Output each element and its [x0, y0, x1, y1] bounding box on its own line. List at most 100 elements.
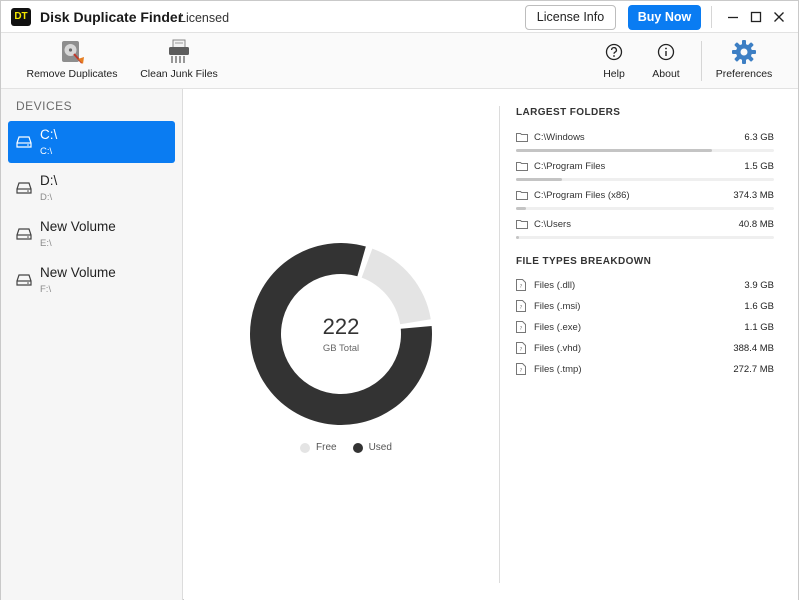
clean-junk-files-button[interactable]: Clean Junk Files	[140, 33, 218, 89]
device-path: D:\	[40, 192, 53, 203]
folder-size-bar-fill	[516, 178, 563, 181]
maximize-icon	[750, 11, 762, 23]
close-button[interactable]	[769, 7, 789, 27]
disk-usage-donut: 222 GB Total	[250, 243, 432, 425]
maximize-button[interactable]	[746, 7, 766, 27]
device-item-e[interactable]: New Volume E:\	[8, 213, 175, 255]
folder-row[interactable]: C:\Program Files (x86) 374.3 MB	[516, 187, 774, 216]
legend-used-label: Used	[368, 442, 392, 453]
file-icon: ?	[516, 363, 526, 375]
svg-text:?: ?	[520, 347, 523, 353]
folder-row[interactable]: C:\Users 40.8 MB	[516, 216, 774, 245]
devices-sidebar: DEVICES C:\ C:\ D:\ D:\ New Volume E:\ N…	[1, 89, 183, 600]
device-name: New Volume	[40, 265, 116, 280]
folder-path: C:\Users	[534, 219, 571, 230]
license-info-button[interactable]: License Info	[525, 5, 616, 30]
gear-icon	[731, 39, 757, 65]
svg-text:?: ?	[520, 284, 523, 290]
file-type-size: 1.1 GB	[744, 322, 774, 333]
legend-free-swatch	[300, 442, 310, 453]
largest-folders-heading: LARGEST FOLDERS	[516, 107, 621, 118]
folder-path: C:\Program Files	[534, 161, 606, 172]
folder-size: 6.3 GB	[744, 132, 774, 143]
folder-size-bar-fill	[516, 236, 519, 239]
device-item-d[interactable]: D:\ D:\	[8, 167, 175, 209]
title-bar: DT Disk Duplicate Finder Licensed Licens…	[1, 1, 798, 33]
file-icon: ?	[516, 300, 526, 312]
legend-used-swatch	[352, 442, 363, 453]
toolbar: Remove Duplicates Clean Junk Files Help …	[1, 33, 798, 89]
file-icon: ?	[516, 279, 526, 291]
folder-icon	[516, 133, 528, 142]
folder-icon	[516, 220, 528, 229]
file-type-row[interactable]: ? Files (.exe) 1.1 GB	[516, 320, 774, 338]
svg-text:?: ?	[520, 368, 523, 374]
folder-size-bar-fill	[516, 149, 713, 152]
folder-size: 1.5 GB	[744, 161, 774, 172]
remove-duplicates-button[interactable]: Remove Duplicates	[26, 33, 118, 89]
device-item-c[interactable]: C:\ C:\	[8, 121, 175, 163]
app-window: DT Disk Duplicate Finder Licensed Licens…	[0, 0, 799, 600]
device-path: F:\	[40, 284, 52, 295]
file-type-row[interactable]: ? Files (.tmp) 272.7 MB	[516, 362, 774, 380]
minimize-button[interactable]	[723, 7, 743, 27]
disk-broom-icon	[59, 39, 85, 65]
folder-size-bar	[516, 207, 774, 210]
help-icon	[601, 39, 627, 65]
main-panel: 222 GB Total Free Used LARGEST FOLDERS C…	[184, 89, 798, 600]
help-label: Help	[603, 68, 625, 80]
close-icon	[774, 12, 784, 22]
file-type-label: Files (.dll)	[534, 280, 576, 291]
file-icon: ?	[516, 342, 526, 354]
drive-icon	[16, 182, 32, 194]
device-name: New Volume	[40, 219, 116, 234]
folder-size-bar	[516, 236, 774, 239]
toolbar-divider	[701, 41, 702, 81]
about-button[interactable]: About	[648, 33, 684, 89]
shredder-icon	[166, 39, 192, 65]
folder-icon	[516, 162, 528, 171]
app-title: Disk Duplicate Finder	[40, 9, 184, 25]
folder-size: 40.8 MB	[738, 219, 774, 230]
file-type-row[interactable]: ? Files (.vhd) 388.4 MB	[516, 341, 774, 359]
file-type-label: Files (.exe)	[534, 322, 581, 333]
drive-icon	[16, 274, 32, 286]
total-capacity: 222	[322, 314, 360, 339]
legend-free: Free	[300, 442, 337, 453]
info-icon	[653, 39, 679, 65]
legend-used: Used	[352, 442, 392, 453]
file-type-row[interactable]: ? Files (.dll) 3.9 GB	[516, 278, 774, 296]
folder-size: 374.3 MB	[733, 190, 774, 201]
panel-divider	[499, 106, 500, 583]
drive-icon	[16, 136, 32, 148]
folder-row[interactable]: C:\Windows 6.3 GB	[516, 129, 774, 158]
file-type-label: Files (.msi)	[534, 301, 581, 312]
clean-junk-files-label: Clean Junk Files	[140, 68, 218, 80]
drive-icon	[16, 228, 32, 240]
file-types-heading: FILE TYPES BREAKDOWN	[516, 256, 652, 267]
svg-text:?: ?	[520, 305, 523, 311]
file-type-size: 3.9 GB	[744, 280, 774, 291]
help-button[interactable]: Help	[599, 33, 629, 89]
total-capacity-label: GB Total	[322, 343, 360, 354]
device-name: D:\	[40, 173, 58, 188]
folder-row[interactable]: C:\Program Files 1.5 GB	[516, 158, 774, 187]
buy-now-button[interactable]: Buy Now	[628, 5, 701, 30]
minimize-icon	[728, 16, 738, 19]
preferences-button[interactable]: Preferences	[714, 33, 774, 89]
device-item-f[interactable]: New Volume F:\	[8, 259, 175, 301]
file-type-label: Files (.vhd)	[534, 343, 581, 354]
about-label: About	[652, 68, 680, 80]
file-type-label: Files (.tmp)	[534, 364, 582, 375]
file-type-row[interactable]: ? Files (.msi) 1.6 GB	[516, 299, 774, 317]
folder-path: C:\Windows	[534, 132, 585, 143]
devices-heading: DEVICES	[16, 99, 73, 113]
folder-path: C:\Program Files (x86)	[534, 190, 630, 201]
app-logo: DT	[11, 8, 31, 26]
folder-icon	[516, 191, 528, 200]
file-type-size: 388.4 MB	[733, 343, 774, 354]
legend-free-label: Free	[316, 442, 337, 453]
device-name: C:\	[40, 127, 58, 142]
donut-legend: Free Used	[300, 442, 408, 453]
file-type-size: 1.6 GB	[744, 301, 774, 312]
